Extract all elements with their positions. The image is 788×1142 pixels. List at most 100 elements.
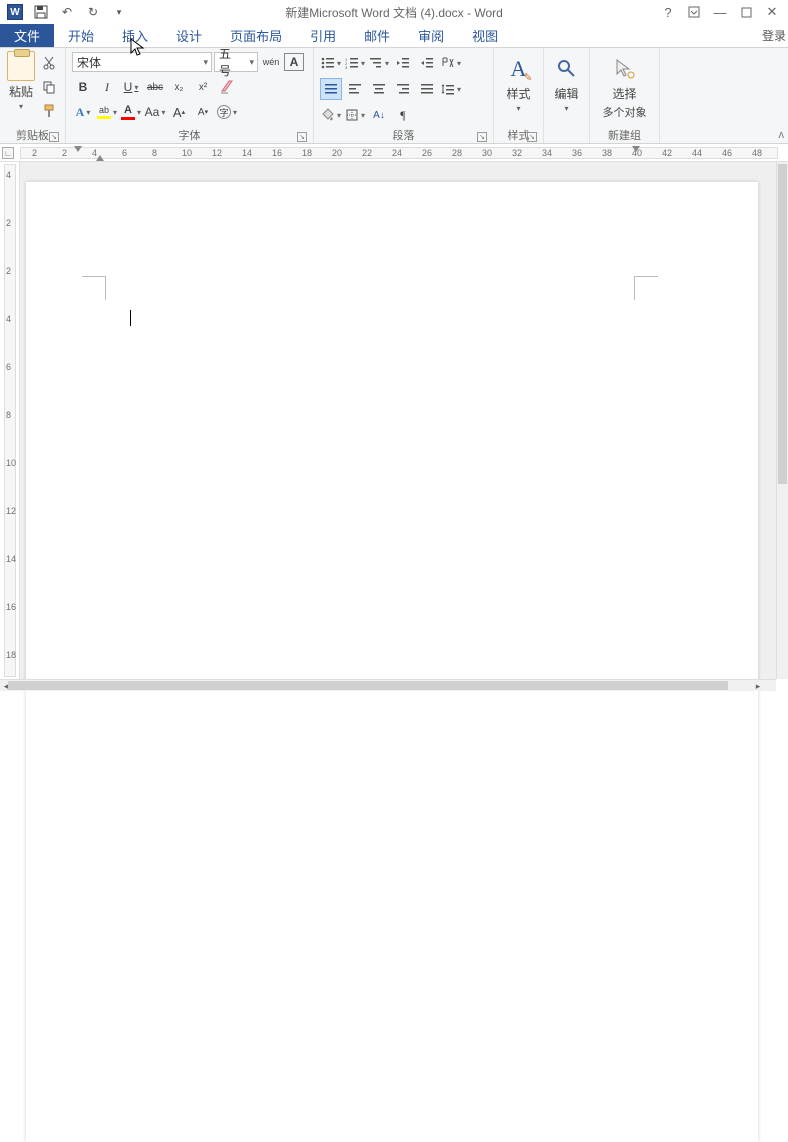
vertical-scroll-thumb[interactable] [778, 164, 787, 484]
tab-selector[interactable]: ∟ [2, 147, 14, 159]
asian-layout-button[interactable] [440, 52, 462, 74]
borders-button[interactable] [344, 104, 366, 126]
highlight-button[interactable]: ab [96, 101, 118, 123]
cut-icon[interactable] [39, 53, 59, 73]
margin-corner-tr [634, 276, 658, 300]
increase-indent-button[interactable] [416, 52, 438, 74]
group-label-editing [550, 127, 583, 143]
align-left-button[interactable] [344, 78, 366, 100]
group-new: 选择 多个对象 新建组 [590, 48, 660, 143]
italic-button[interactable]: I [96, 76, 118, 98]
group-styles: A✎ 样式 ▾ 样式↘ [494, 48, 544, 143]
enclose-characters-button[interactable]: 字 [216, 101, 238, 123]
group-label-clipboard: 剪贴板↘ [6, 127, 59, 143]
cursor-select-icon [611, 55, 639, 83]
horizontal-scrollbar[interactable]: ◂ ▸ [0, 679, 776, 691]
svg-text:3: 3 [345, 65, 348, 69]
sign-in-link[interactable]: 登录 [762, 27, 786, 44]
styles-dialog-launcher[interactable]: ↘ [527, 132, 537, 142]
quick-access-toolbar: W ↶ ↻ ▾ [0, 1, 130, 23]
title-bar: W ↶ ↻ ▾ 新建Microsoft Word 文档 (4).docx - W… [0, 0, 788, 24]
align-center-button[interactable] [368, 78, 390, 100]
text-cursor [130, 310, 131, 326]
multilevel-list-button[interactable] [368, 52, 390, 74]
vertical-ruler[interactable]: 4224681012141618 [0, 162, 20, 679]
sort-button[interactable]: A↓ [368, 104, 390, 126]
tab-references[interactable]: 引用 [296, 24, 350, 47]
bullets-button[interactable] [320, 52, 342, 74]
superscript-button[interactable]: x² [192, 76, 214, 98]
hanging-indent-icon[interactable] [74, 146, 82, 152]
strikethrough-button[interactable]: abc [144, 76, 166, 98]
group-clipboard: 粘贴 ▾ 剪贴板↘ [0, 48, 66, 143]
maximize-icon[interactable] [736, 2, 756, 22]
group-editing: 编辑 ▾ [544, 48, 590, 143]
minimize-icon[interactable]: — [710, 2, 730, 22]
paste-button[interactable]: 粘贴 ▾ [6, 51, 36, 111]
tab-mailings[interactable]: 邮件 [350, 24, 404, 47]
bold-button[interactable]: B [72, 76, 94, 98]
window-controls: ? — ✕ [658, 2, 788, 22]
undo-icon[interactable]: ↶ [56, 1, 78, 23]
tab-home[interactable]: 开始 [54, 24, 108, 47]
horizontal-ruler[interactable]: ∟ 22468101214161820222426283032343638404… [0, 144, 788, 162]
scroll-right-icon[interactable]: ▸ [752, 680, 764, 692]
first-line-indent-icon[interactable] [96, 155, 104, 161]
close-icon[interactable]: ✕ [762, 2, 782, 22]
paste-icon [7, 51, 35, 81]
word-icon: W [4, 1, 26, 23]
collapse-ribbon-icon[interactable]: ʌ [779, 129, 785, 141]
text-effects-button[interactable]: A [72, 101, 94, 123]
tab-view[interactable]: 视图 [458, 24, 512, 47]
shrink-font-button[interactable]: A▾ [192, 101, 214, 123]
numbering-button[interactable]: 123 [344, 52, 366, 74]
character-border-button[interactable]: A [284, 53, 304, 71]
document-page[interactable] [26, 182, 758, 1142]
change-case-button[interactable]: Aa [144, 101, 166, 123]
select-objects-button[interactable]: 选择 多个对象 [596, 51, 653, 120]
copy-icon[interactable] [39, 77, 59, 97]
tab-insert[interactable]: 插入 [108, 24, 162, 47]
grow-font-button[interactable]: A▴ [168, 101, 190, 123]
clear-formatting-button[interactable] [216, 76, 238, 98]
align-justify-button[interactable] [320, 78, 342, 100]
font-size-combo[interactable]: 五号 [214, 52, 258, 72]
tab-design[interactable]: 设计 [162, 24, 216, 47]
paragraph-dialog-launcher[interactable]: ↘ [477, 132, 487, 142]
styles-button[interactable]: A✎ 样式 ▾ [500, 51, 537, 113]
group-label-styles: 样式↘ [500, 127, 537, 143]
font-dialog-launcher[interactable]: ↘ [297, 132, 307, 142]
save-icon[interactable] [30, 1, 52, 23]
group-label-font: 字体↘ [72, 127, 307, 143]
editing-button[interactable]: 编辑 ▾ [550, 51, 583, 113]
clipboard-dialog-launcher[interactable]: ↘ [49, 132, 59, 142]
group-font: 宋体 五号 wén A B I U abc x₂ x² A ab A Aa [66, 48, 314, 143]
tab-layout[interactable]: 页面布局 [216, 24, 296, 47]
ribbon-options-icon[interactable] [684, 2, 704, 22]
vertical-scrollbar[interactable] [776, 162, 788, 679]
underline-button[interactable]: U [120, 76, 142, 98]
show-marks-button[interactable]: ¶ [392, 104, 414, 126]
brush-icon: ✎ [523, 71, 532, 84]
repeat-icon[interactable]: ↻ [82, 1, 104, 23]
horizontal-scroll-thumb[interactable] [8, 681, 728, 690]
align-right-button[interactable] [392, 78, 414, 100]
font-name-combo[interactable]: 宋体 [72, 52, 212, 72]
group-label-paragraph: 段落↘ [320, 127, 487, 143]
group-paragraph: 123 A↓ ¶ 段落↘ [314, 48, 494, 143]
help-icon[interactable]: ? [658, 2, 678, 22]
shading-button[interactable] [320, 104, 342, 126]
group-label-new: 新建组 [596, 127, 653, 143]
format-painter-icon[interactable] [39, 101, 59, 121]
align-distribute-button[interactable] [416, 78, 438, 100]
right-indent-icon[interactable] [632, 146, 640, 152]
ribbon-tabs: 文件 开始 插入 设计 页面布局 引用 邮件 审阅 视图 登录 [0, 24, 788, 48]
subscript-button[interactable]: x₂ [168, 76, 190, 98]
phonetic-guide-button[interactable]: wén [260, 51, 282, 73]
tab-file[interactable]: 文件 [0, 24, 54, 47]
line-spacing-button[interactable] [440, 78, 462, 100]
tab-review[interactable]: 审阅 [404, 24, 458, 47]
font-color-button[interactable]: A [120, 101, 142, 123]
decrease-indent-button[interactable] [392, 52, 414, 74]
qat-customize-icon[interactable]: ▾ [108, 1, 130, 23]
